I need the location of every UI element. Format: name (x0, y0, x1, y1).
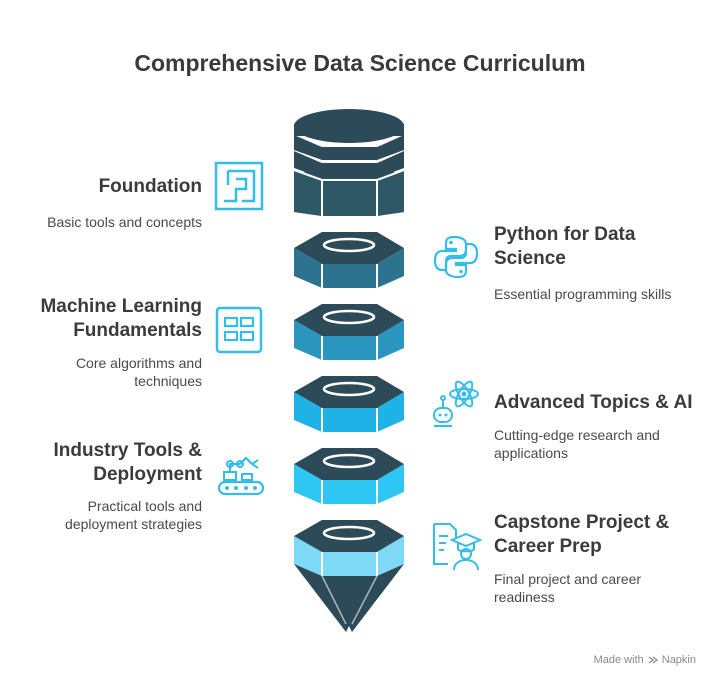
footer: Made with Napkin (594, 654, 696, 666)
stack-block-capstone (294, 520, 404, 576)
stack-block-foundation (293, 109, 405, 216)
napkin-logo-icon (648, 656, 658, 664)
stack-block-ml (294, 304, 404, 360)
stage-desc-capstone: Final project and career readiness (494, 571, 642, 605)
stage-title-python: Python for Data Science (494, 224, 636, 269)
python-icon (433, 235, 479, 279)
stage-title-ml: Machine Learning Fundamentals (40, 296, 202, 341)
atom-robot-icon (433, 380, 479, 427)
conveyor-robot-arm-icon (217, 456, 265, 496)
stage-title-advanced: Advanced Topics & AI (494, 392, 693, 413)
stage-desc-industry: Practical tools and deployment strategie… (65, 498, 202, 532)
stage-title-capstone: Capstone Project & Career Prep (494, 512, 670, 557)
stage-title-foundation: Foundation (98, 176, 202, 197)
footer-text: Made with (593, 654, 644, 666)
stack-block-advanced (294, 376, 404, 432)
stage-desc-foundation: Basic tools and concepts (47, 214, 202, 230)
grid-blocks-icon (215, 306, 263, 354)
stack-block-python (294, 232, 404, 288)
graduate-document-icon (433, 523, 482, 571)
stage-desc-ml: Core algorithms and techniques (75, 355, 202, 389)
footer-brand: Napkin (661, 654, 696, 666)
stage-desc-advanced: Cutting-edge research and applications (494, 427, 660, 461)
square-frame-icon (214, 161, 264, 211)
stage-title-industry: Industry Tools & Deployment (53, 440, 202, 485)
stack-block-industry (294, 448, 404, 504)
stage-desc-python: Essential programming skills (494, 286, 672, 302)
